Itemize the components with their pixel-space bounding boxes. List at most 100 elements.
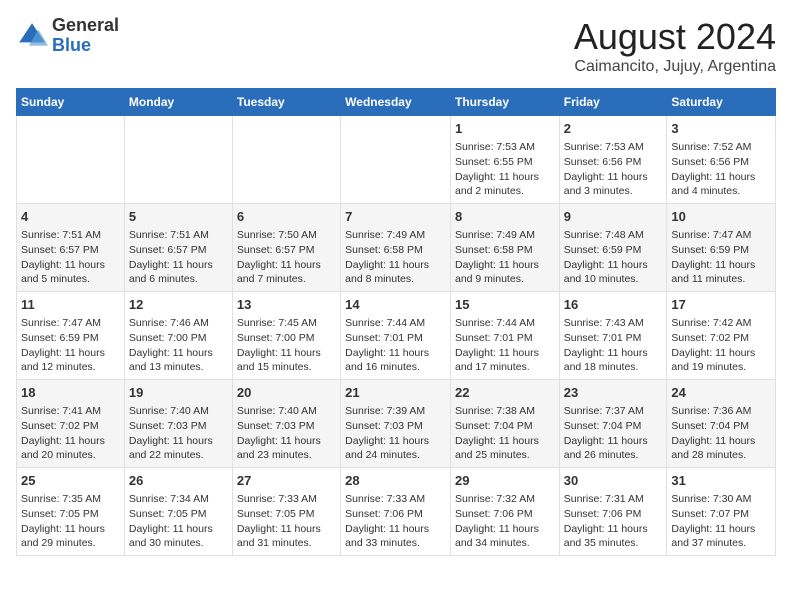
day-number: 22 — [455, 384, 555, 402]
day-info: Sunrise: 7:41 AM Sunset: 7:02 PM Dayligh… — [21, 404, 120, 463]
day-cell — [124, 116, 232, 204]
day-info: Sunrise: 7:49 AM Sunset: 6:58 PM Dayligh… — [345, 228, 446, 287]
logo-blue: Blue — [52, 36, 119, 56]
header-wednesday: Wednesday — [341, 89, 451, 116]
day-cell: 21Sunrise: 7:39 AM Sunset: 7:03 PM Dayli… — [341, 380, 451, 468]
calendar-body: 1 Sunrise: 7:53 AM Sunset: 6:55 PM Daylig… — [17, 116, 776, 556]
day-cell: 18 Sunrise: 7:41 AM Sunset: 7:02 PM Dayli… — [17, 380, 125, 468]
calendar-table: SundayMondayTuesdayWednesdayThursdayFrid… — [16, 88, 776, 556]
week-row-4: 18 Sunrise: 7:41 AM Sunset: 7:02 PM Dayli… — [17, 380, 776, 468]
day-cell: 2 Sunrise: 7:53 AM Sunset: 6:56 PM Daylig… — [559, 116, 667, 204]
header-row: SundayMondayTuesdayWednesdayThursdayFrid… — [17, 89, 776, 116]
day-number: 7 — [345, 208, 446, 226]
calendar-header: SundayMondayTuesdayWednesdayThursdayFrid… — [17, 89, 776, 116]
day-number: 20 — [237, 384, 336, 402]
day-cell: 24Sunrise: 7:36 AM Sunset: 7:04 PM Dayli… — [667, 380, 776, 468]
day-number: 8 — [455, 208, 555, 226]
day-cell — [341, 116, 451, 204]
week-row-3: 11Sunrise: 7:47 AM Sunset: 6:59 PM Dayli… — [17, 292, 776, 380]
day-info: Sunrise: 7:30 AM Sunset: 7:07 PM Dayligh… — [671, 492, 771, 551]
day-info: Sunrise: 7:44 AM Sunset: 7:01 PM Dayligh… — [455, 316, 555, 375]
location-subtitle: Caimancito, Jujuy, Argentina — [574, 58, 776, 76]
day-number: 11 — [21, 296, 120, 314]
day-number: 5 — [129, 208, 228, 226]
day-cell: 10 Sunrise: 7:47 AM Sunset: 6:59 PM Dayli… — [667, 204, 776, 292]
day-cell: 6 Sunrise: 7:50 AM Sunset: 6:57 PM Daylig… — [232, 204, 340, 292]
day-info: Sunrise: 7:44 AM Sunset: 7:01 PM Dayligh… — [345, 316, 446, 375]
day-info: Sunrise: 7:34 AM Sunset: 7:05 PM Dayligh… — [129, 492, 228, 551]
day-cell — [17, 116, 125, 204]
day-number: 28 — [345, 472, 446, 490]
day-number: 16 — [564, 296, 663, 314]
day-cell: 1 Sunrise: 7:53 AM Sunset: 6:55 PM Daylig… — [450, 116, 559, 204]
day-cell: 15Sunrise: 7:44 AM Sunset: 7:01 PM Dayli… — [450, 292, 559, 380]
day-cell: 13 Sunrise: 7:45 AM Sunset: 7:00 PM Dayli… — [232, 292, 340, 380]
day-cell: 12 Sunrise: 7:46 AM Sunset: 7:00 PM Dayli… — [124, 292, 232, 380]
day-number: 4 — [21, 208, 120, 226]
day-cell: 25 Sunrise: 7:35 AM Sunset: 7:05 PM Dayli… — [17, 468, 125, 556]
header-thursday: Thursday — [450, 89, 559, 116]
day-number: 30 — [564, 472, 663, 490]
day-number: 23 — [564, 384, 663, 402]
day-number: 21 — [345, 384, 446, 402]
day-info: Sunrise: 7:53 AM Sunset: 6:56 PM Dayligh… — [564, 140, 663, 199]
header-friday: Friday — [559, 89, 667, 116]
week-row-5: 25 Sunrise: 7:35 AM Sunset: 7:05 PM Dayli… — [17, 468, 776, 556]
day-number: 2 — [564, 120, 663, 138]
day-info: Sunrise: 7:40 AM Sunset: 7:03 PM Dayligh… — [237, 404, 336, 463]
day-info: Sunrise: 7:51 AM Sunset: 6:57 PM Dayligh… — [21, 228, 120, 287]
header-monday: Monday — [124, 89, 232, 116]
day-cell: 9 Sunrise: 7:48 AM Sunset: 6:59 PM Daylig… — [559, 204, 667, 292]
day-cell: 16Sunrise: 7:43 AM Sunset: 7:01 PM Dayli… — [559, 292, 667, 380]
day-number: 18 — [21, 384, 120, 402]
day-number: 19 — [129, 384, 228, 402]
day-number: 3 — [671, 120, 771, 138]
day-number: 12 — [129, 296, 228, 314]
day-number: 13 — [237, 296, 336, 314]
day-cell: 28 Sunrise: 7:33 AM Sunset: 7:06 PM Dayli… — [341, 468, 451, 556]
day-cell — [232, 116, 340, 204]
day-cell: 23 Sunrise: 7:37 AM Sunset: 7:04 PM Dayli… — [559, 380, 667, 468]
week-row-1: 1 Sunrise: 7:53 AM Sunset: 6:55 PM Daylig… — [17, 116, 776, 204]
day-cell: 17Sunrise: 7:42 AM Sunset: 7:02 PM Dayli… — [667, 292, 776, 380]
day-cell: 29 Sunrise: 7:32 AM Sunset: 7:06 PM Dayli… — [450, 468, 559, 556]
month-title: August 2024 — [574, 16, 776, 58]
day-number: 31 — [671, 472, 771, 490]
day-cell: 22 Sunrise: 7:38 AM Sunset: 7:04 PM Dayli… — [450, 380, 559, 468]
day-info: Sunrise: 7:42 AM Sunset: 7:02 PM Dayligh… — [671, 316, 771, 375]
day-info: Sunrise: 7:47 AM Sunset: 6:59 PM Dayligh… — [671, 228, 771, 287]
day-cell: 3Sunrise: 7:52 AM Sunset: 6:56 PM Daylig… — [667, 116, 776, 204]
day-info: Sunrise: 7:50 AM Sunset: 6:57 PM Dayligh… — [237, 228, 336, 287]
day-info: Sunrise: 7:45 AM Sunset: 7:00 PM Dayligh… — [237, 316, 336, 375]
day-number: 29 — [455, 472, 555, 490]
day-number: 1 — [455, 120, 555, 138]
day-cell: 30 Sunrise: 7:31 AM Sunset: 7:06 PM Dayli… — [559, 468, 667, 556]
day-number: 25 — [21, 472, 120, 490]
day-info: Sunrise: 7:33 AM Sunset: 7:06 PM Dayligh… — [345, 492, 446, 551]
logo-icon — [16, 20, 48, 52]
logo: General Blue — [16, 16, 119, 56]
day-info: Sunrise: 7:31 AM Sunset: 7:06 PM Dayligh… — [564, 492, 663, 551]
day-info: Sunrise: 7:33 AM Sunset: 7:05 PM Dayligh… — [237, 492, 336, 551]
day-number: 14 — [345, 296, 446, 314]
logo-text: General Blue — [52, 16, 119, 56]
day-info: Sunrise: 7:48 AM Sunset: 6:59 PM Dayligh… — [564, 228, 663, 287]
day-info: Sunrise: 7:46 AM Sunset: 7:00 PM Dayligh… — [129, 316, 228, 375]
day-info: Sunrise: 7:35 AM Sunset: 7:05 PM Dayligh… — [21, 492, 120, 551]
day-info: Sunrise: 7:53 AM Sunset: 6:55 PM Dayligh… — [455, 140, 555, 199]
day-info: Sunrise: 7:32 AM Sunset: 7:06 PM Dayligh… — [455, 492, 555, 551]
header-sunday: Sunday — [17, 89, 125, 116]
title-block: August 2024 Caimancito, Jujuy, Argentina — [574, 16, 776, 76]
day-cell: 14 Sunrise: 7:44 AM Sunset: 7:01 PM Dayli… — [341, 292, 451, 380]
day-number: 26 — [129, 472, 228, 490]
day-info: Sunrise: 7:38 AM Sunset: 7:04 PM Dayligh… — [455, 404, 555, 463]
week-row-2: 4 Sunrise: 7:51 AM Sunset: 6:57 PM Daylig… — [17, 204, 776, 292]
day-info: Sunrise: 7:37 AM Sunset: 7:04 PM Dayligh… — [564, 404, 663, 463]
day-cell: 31 Sunrise: 7:30 AM Sunset: 7:07 PM Dayli… — [667, 468, 776, 556]
day-cell: 8Sunrise: 7:49 AM Sunset: 6:58 PM Daylig… — [450, 204, 559, 292]
page-header: General Blue August 2024 Caimancito, Juj… — [16, 16, 776, 76]
day-number: 6 — [237, 208, 336, 226]
day-number: 10 — [671, 208, 771, 226]
day-cell: 27Sunrise: 7:33 AM Sunset: 7:05 PM Dayli… — [232, 468, 340, 556]
day-number: 9 — [564, 208, 663, 226]
